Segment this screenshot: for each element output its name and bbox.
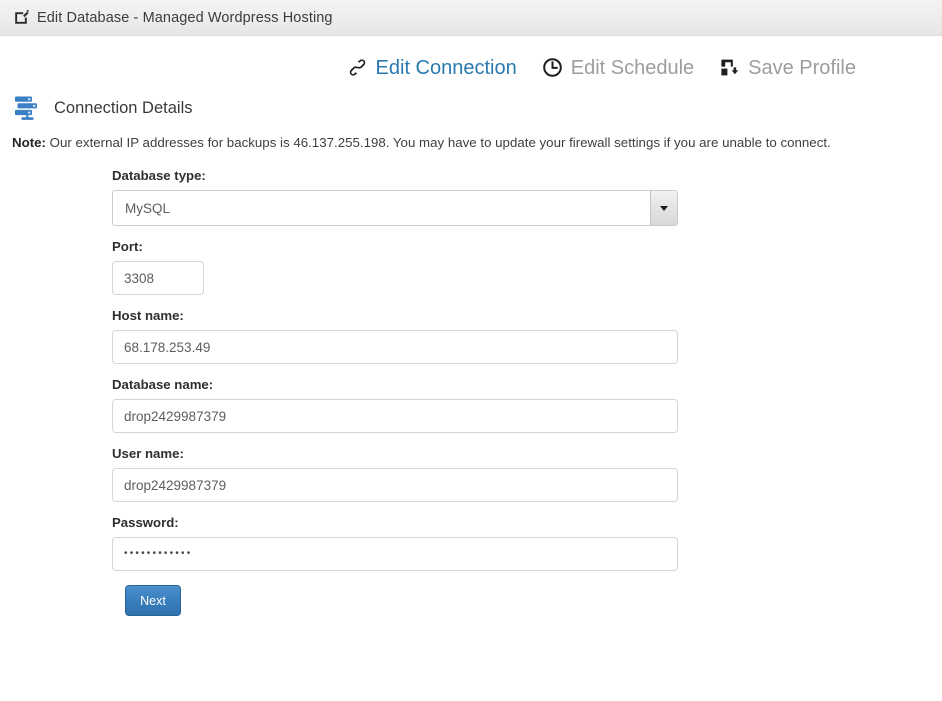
clock-icon xyxy=(542,57,563,78)
field-database-type: Database type: MySQL xyxy=(112,168,942,226)
user-name-input[interactable] xyxy=(112,468,678,502)
action-toolbar: Edit Connection Edit Schedule Save Profi… xyxy=(0,57,942,78)
port-label: Port: xyxy=(112,239,143,254)
chevron-down-icon xyxy=(660,205,668,211)
field-database-name: Database name: xyxy=(112,377,942,433)
server-stack-icon xyxy=(13,95,42,121)
database-type-select[interactable]: MySQL xyxy=(112,190,678,226)
next-button[interactable]: Next xyxy=(125,585,181,616)
user-name-label: User name: xyxy=(112,446,184,461)
firewall-note: Note: Our external IP addresses for back… xyxy=(0,135,942,150)
database-type-label: Database type: xyxy=(112,168,206,183)
database-name-input[interactable] xyxy=(112,399,678,433)
edit-schedule-link[interactable]: Edit Schedule xyxy=(542,57,694,78)
save-profile-link[interactable]: Save Profile xyxy=(719,57,856,78)
database-type-value: MySQL xyxy=(112,190,678,226)
field-password: Password: •••••••••••• xyxy=(112,515,942,571)
window-titlebar: Edit Database - Managed Wordpress Hostin… xyxy=(0,0,942,36)
note-label: Note: xyxy=(12,135,46,150)
save-floppy-icon xyxy=(719,57,740,78)
password-label: Password: xyxy=(112,515,179,530)
edit-square-icon xyxy=(13,9,30,26)
note-text: Our external IP addresses for backups is… xyxy=(45,135,831,150)
edit-connection-link[interactable]: Edit Connection xyxy=(347,57,517,78)
host-name-input[interactable] xyxy=(112,330,678,364)
password-input[interactable]: •••••••••••• xyxy=(112,537,678,571)
port-input[interactable] xyxy=(112,261,204,295)
edit-connection-label: Edit Connection xyxy=(375,56,517,79)
password-masked-value: •••••••••••• xyxy=(124,548,193,559)
section-title: Connection Details xyxy=(54,98,193,117)
field-port: Port: xyxy=(112,239,942,295)
connection-details-heading: Connection Details xyxy=(0,95,942,121)
save-profile-label: Save Profile xyxy=(748,56,856,79)
window-title: Edit Database - Managed Wordpress Hostin… xyxy=(37,9,333,26)
host-name-label: Host name: xyxy=(112,308,184,323)
edit-schedule-label: Edit Schedule xyxy=(570,56,695,79)
database-name-label: Database name: xyxy=(112,377,214,392)
select-dropdown-button[interactable] xyxy=(650,191,677,225)
link-icon xyxy=(347,57,368,78)
field-user-name: User name: xyxy=(112,446,942,502)
connection-form: Database type: MySQL Port: Host name: Da… xyxy=(0,168,942,616)
field-host-name: Host name: xyxy=(112,308,942,364)
